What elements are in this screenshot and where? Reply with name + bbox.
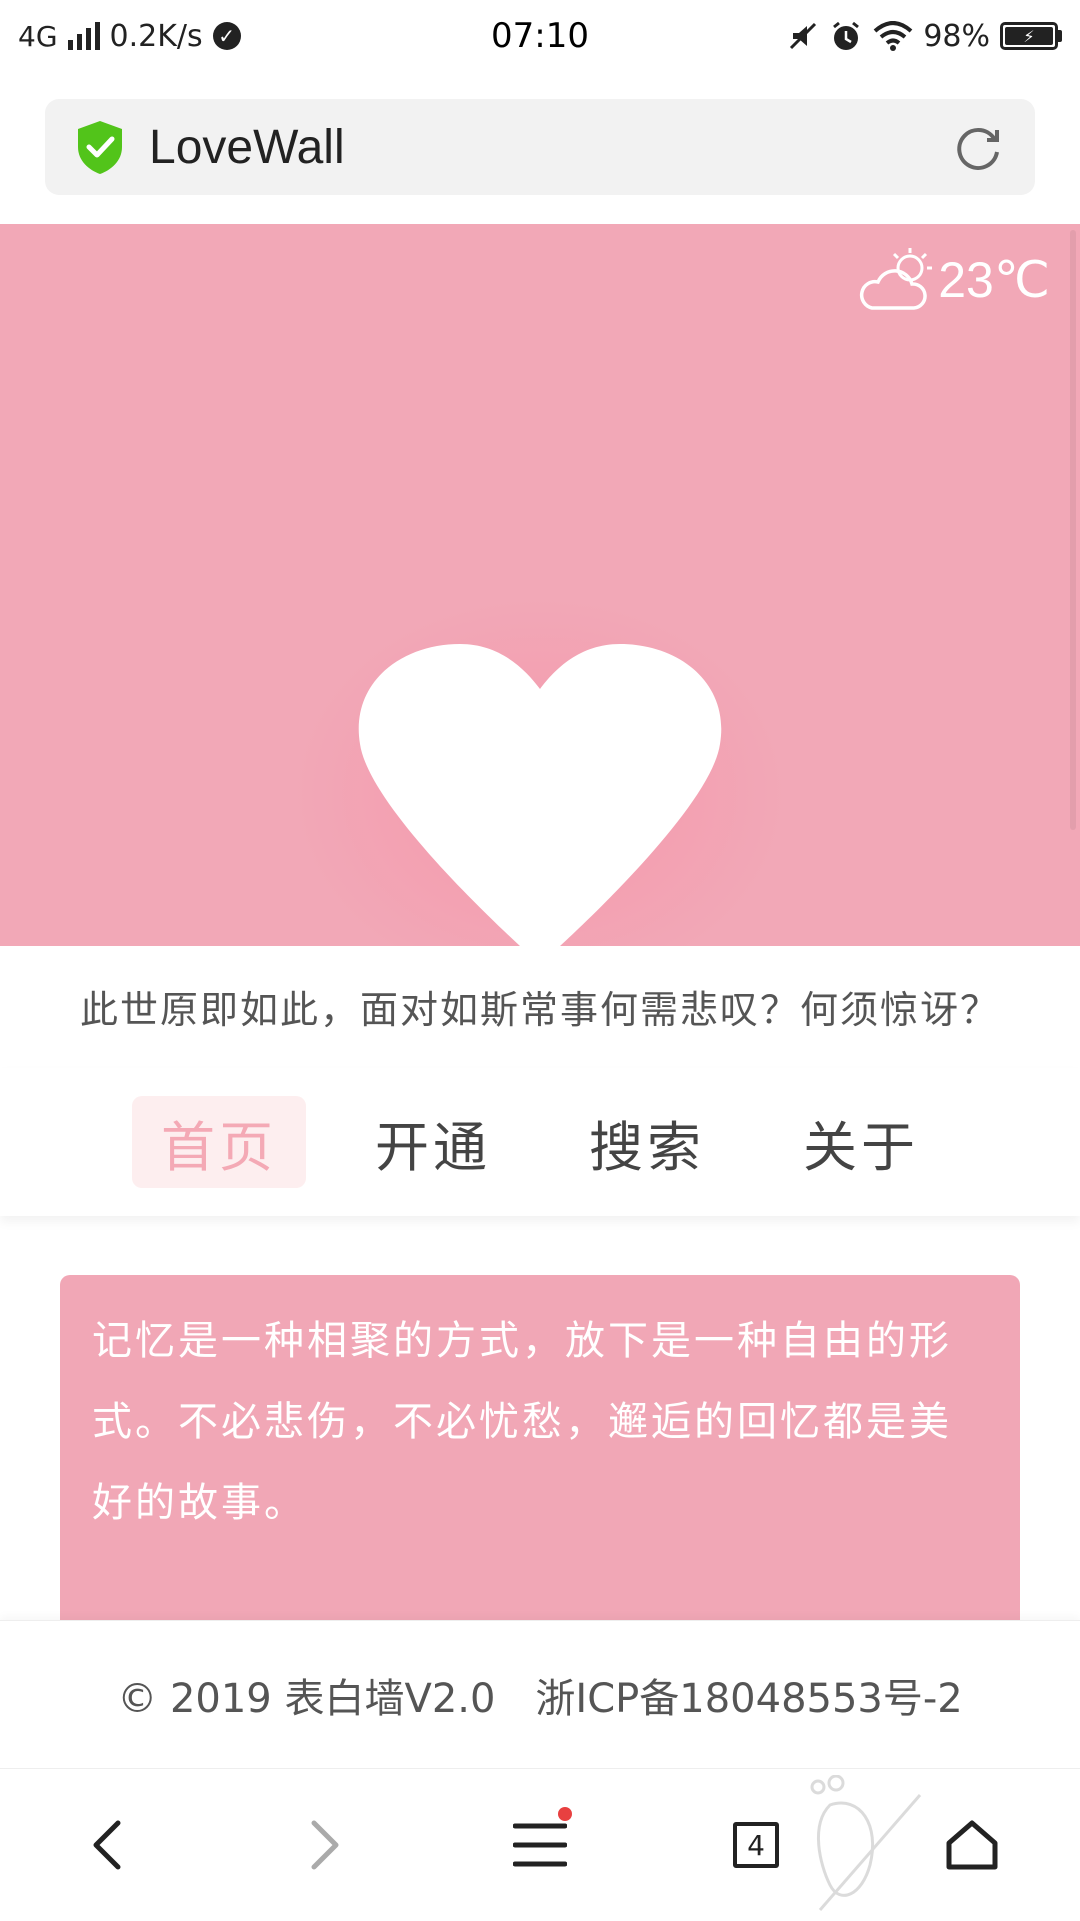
menu-icon [513, 1823, 567, 1867]
scrollbar[interactable] [1070, 230, 1076, 830]
tab-search[interactable]: 搜索 [560, 1096, 734, 1188]
menu-button[interactable] [480, 1785, 600, 1905]
signal-icon [67, 22, 100, 50]
home-icon [946, 1820, 998, 1870]
status-left: 4G 0.2K/s ✓ [18, 19, 241, 54]
footprint-watermark-icon [810, 1775, 922, 1911]
footer-text: © 2019 表白墙V2.0 浙ICP备18048553号-2 [117, 1676, 963, 1722]
check-circle-icon: ✓ [212, 22, 241, 50]
partly-cloudy-icon [860, 248, 933, 310]
tab-home[interactable]: 首页 [132, 1096, 306, 1188]
heart-icon [358, 644, 722, 946]
notification-dot [558, 1807, 572, 1821]
tabs-button[interactable]: 4 [696, 1785, 816, 1905]
tab-open[interactable]: 开通 [346, 1096, 520, 1188]
status-right: 98% ⚡ [787, 19, 1062, 54]
tagline: 此世原即如此，面对如斯常事何需悲叹？何须惊讶？ [79, 987, 1000, 1032]
alarm-icon [833, 21, 860, 50]
battery-percent: 98% [923, 18, 990, 54]
page-title: LoveWall [149, 120, 345, 174]
wifi-icon [873, 21, 913, 51]
tab-about[interactable]: 关于 [774, 1096, 948, 1188]
nav-tabs: 首页 开通 搜索 关于 [0, 1068, 1080, 1216]
shield-check-icon [78, 121, 122, 174]
temperature: 23℃ [938, 252, 1050, 308]
refresh-icon[interactable] [951, 120, 1005, 174]
hero-banner [0, 224, 1080, 946]
network-speed: 0.2K/s [109, 18, 203, 54]
message-card[interactable]: 记忆是一种相聚的方式，放下是一种自由的形式。不必悲伤，不必忧愁，邂逅的回忆都是美… [60, 1275, 1020, 1635]
tab-count: 4 [733, 1822, 779, 1868]
status-bar: 4G 0.2K/s ✓ 98% ⚡ [0, 0, 1080, 72]
weather-widget: 23℃ [854, 244, 1050, 316]
battery-icon: ⚡ [1000, 22, 1062, 50]
chevron-left-icon [93, 1820, 121, 1870]
home-button[interactable] [912, 1785, 1032, 1905]
url-bar[interactable]: LoveWall [45, 99, 1035, 195]
mute-icon [790, 22, 817, 50]
back-button[interactable] [48, 1785, 168, 1905]
message-text: 记忆是一种相聚的方式，放下是一种自由的形式。不必悲伤，不必忧愁，邂逅的回忆都是美… [92, 1318, 952, 1526]
network-type: 4G [18, 19, 58, 53]
chevron-right-icon [311, 1820, 339, 1870]
forward-button[interactable] [264, 1785, 384, 1905]
footer: © 2019 表白墙V2.0 浙ICP备18048553号-2 [0, 1620, 1080, 1769]
